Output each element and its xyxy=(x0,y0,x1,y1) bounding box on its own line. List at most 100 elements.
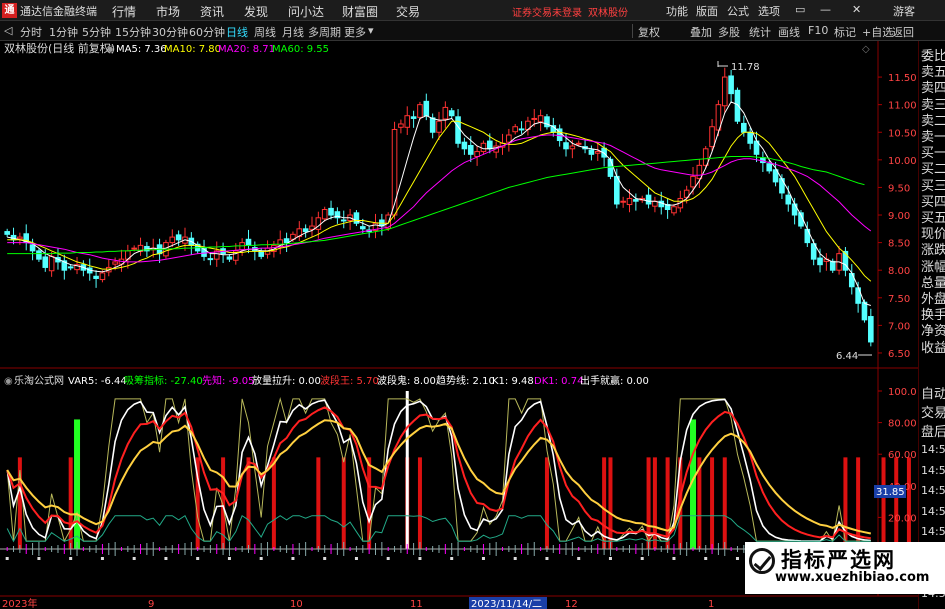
candle-body xyxy=(245,238,252,246)
period-monthly[interactable]: 月线 xyxy=(282,24,304,40)
signal-bar-red xyxy=(722,457,727,549)
top-stock-name: 双林股份 xyxy=(588,8,628,19)
signal-bar-red xyxy=(894,457,899,549)
menu-gongneng[interactable]: 功能 xyxy=(666,3,688,19)
menu-gongshi[interactable]: 公式 xyxy=(727,3,749,19)
candle-body xyxy=(728,75,734,95)
candle-body xyxy=(283,238,290,244)
ind-marker xyxy=(450,557,454,560)
period-weekly[interactable]: 周线 xyxy=(254,24,276,40)
price-label-4: 9.50 xyxy=(888,183,910,194)
diamond-icon[interactable]: ◇ xyxy=(862,44,870,55)
signal-bar-green xyxy=(74,419,81,549)
candle-body xyxy=(633,199,639,202)
btn-biaoji[interactable]: 标记 xyxy=(834,24,856,40)
menu-xuanxiang[interactable]: 选项 xyxy=(758,3,780,19)
osc-green-line xyxy=(6,514,871,543)
side-time-0: 14:56 xyxy=(921,443,945,456)
ind-marker xyxy=(545,557,549,560)
candle-body xyxy=(359,226,366,230)
period-15min[interactable]: 15分钟 xyxy=(115,24,151,40)
ma60-line xyxy=(7,156,865,255)
candle-body xyxy=(563,142,569,150)
menu-item-caifuquan[interactable]: 财富圈 xyxy=(342,3,378,20)
candle-body xyxy=(709,126,715,148)
period-multi[interactable]: 多周期 xyxy=(308,24,341,40)
period-60min[interactable]: 60分钟 xyxy=(189,24,225,40)
candle-body xyxy=(594,151,601,154)
btn-fuquan[interactable]: 复权 xyxy=(638,24,660,40)
side-lower-2[interactable]: 盘后 xyxy=(921,421,945,440)
menu-item-jiaoyi[interactable]: 交易 xyxy=(396,3,420,20)
period-30min[interactable]: 30分钟 xyxy=(152,24,188,40)
ind-marker xyxy=(577,557,581,560)
date-label-1: 1 xyxy=(708,599,714,609)
high-price-annotation: 11.78 xyxy=(731,62,760,73)
settings-dot-icon[interactable]: ◉ xyxy=(106,44,115,55)
app-title: 通达信金融终端 xyxy=(20,5,97,18)
btn-f10[interactable]: F10 xyxy=(808,24,828,37)
btn-fanhui[interactable]: 返回 xyxy=(892,24,914,40)
period-5min[interactable]: 5分钟 xyxy=(82,24,111,40)
candle-body xyxy=(429,117,436,133)
quote-side-panel: 委比 卖五 卖四 卖三 卖二 卖一 买一 买二 买三 买四 买五 现价 涨跌 涨幅 总量 外盘 换手 净资 收益 自… xyxy=(918,41,945,609)
candle-body xyxy=(207,258,214,261)
candle-body xyxy=(766,163,773,172)
price-label-10: 6.50 xyxy=(888,349,910,360)
more-chevron-icon[interactable]: ▾ xyxy=(368,24,374,37)
ind-marker xyxy=(291,557,295,560)
period-1min[interactable]: 1分钟 xyxy=(49,24,78,40)
guest-label[interactable]: 游客 xyxy=(893,3,915,19)
candle-body xyxy=(791,203,798,216)
signal-bar-red xyxy=(906,457,911,549)
ind-marker xyxy=(69,557,73,560)
signal-bar-red xyxy=(544,457,549,549)
btn-huaxian[interactable]: 画线 xyxy=(778,24,800,40)
candle-body xyxy=(785,194,792,205)
price-label-6: 8.50 xyxy=(888,239,910,250)
dk1-label: DK1: 0.74 xyxy=(534,376,583,387)
candle-body xyxy=(531,117,538,120)
indicator-settings-icon[interactable]: ◉ xyxy=(4,376,13,387)
watermark-url: www.xuezhibiao.com xyxy=(775,570,930,585)
candle-body xyxy=(626,197,633,206)
k1-label: K1: 9.48 xyxy=(492,376,534,387)
menu-item-wenxiaoda[interactable]: 问小达 xyxy=(288,3,324,20)
ind-marker xyxy=(513,557,517,560)
ind-label-1: 80.00 xyxy=(888,419,917,430)
btn-duogu[interactable]: 多股 xyxy=(718,24,740,40)
date-label-12: 12 xyxy=(565,599,578,609)
osc-red-line xyxy=(6,406,871,540)
menu-item-zixun[interactable]: 资讯 xyxy=(200,3,224,20)
candle-body xyxy=(442,106,449,120)
btn-tongji[interactable]: 统计 xyxy=(749,24,771,40)
menu-item-faxian[interactable]: 发现 xyxy=(244,3,268,20)
signal-bar-red xyxy=(710,457,715,549)
minimize-icon[interactable]: ▭ xyxy=(795,3,805,16)
date-cursor-label: 2023/11/14/二 xyxy=(471,599,542,609)
btn-diejia[interactable]: 叠加 xyxy=(690,24,712,40)
boduangui-label: 波段鬼: 8.00 xyxy=(377,374,436,387)
menu-item-shichang[interactable]: 市场 xyxy=(156,3,180,20)
toolbar-arrow-icon[interactable]: ◁ xyxy=(4,24,12,37)
window-icon[interactable]: — xyxy=(820,3,831,16)
period-fenshi[interactable]: 分时 xyxy=(20,24,42,40)
ind-marker xyxy=(354,557,358,560)
period-daily[interactable]: 日线 xyxy=(226,24,248,40)
candle-body xyxy=(537,115,544,123)
watermark: 指标严选网 www.xuezhibiao.com xyxy=(745,542,945,594)
close-icon[interactable]: ✕ xyxy=(852,3,861,16)
kline-chart[interactable]: 11.50 11.00 10.50 10.00 9.50 9.00 8.50 8.00 7.50… xyxy=(0,41,945,609)
side-lower-1[interactable]: 交易 xyxy=(921,402,945,421)
menu-item-hangqing[interactable]: 行情 xyxy=(112,3,136,20)
candle-body xyxy=(410,116,417,119)
side-lower-0[interactable]: 自动 xyxy=(921,383,945,402)
candle-body xyxy=(607,158,614,177)
period-more[interactable]: 更多 xyxy=(344,24,366,40)
trade-login-alert[interactable]: 证券交易未登录 xyxy=(512,4,582,19)
btn-zixuan[interactable]: +自选 xyxy=(862,24,893,40)
ind-marker xyxy=(386,557,390,560)
candle-body xyxy=(575,142,582,145)
ind-marker xyxy=(227,557,231,560)
menu-banmian[interactable]: 版面 xyxy=(696,3,718,19)
